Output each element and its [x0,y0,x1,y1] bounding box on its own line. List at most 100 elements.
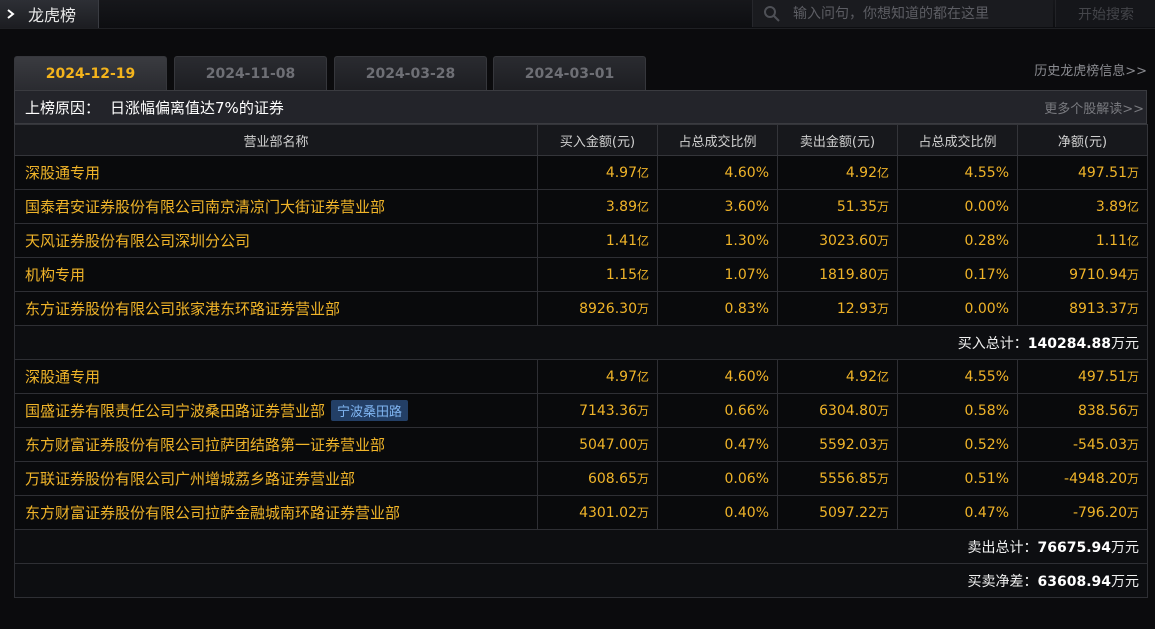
sell-ratio: 0.00% [897,189,1018,224]
broker-name[interactable]: 机构专用 [25,266,85,284]
sell-amount: 5097.22万 [777,495,898,530]
buy-ratio: 0.83% [657,291,778,326]
search-icon [764,5,780,22]
sell-ratio: 0.47% [897,495,1018,530]
sell-amount: 4.92亿 [777,155,898,190]
broker-name[interactable]: 万联证券股份有限公司广州增城荔乡路证券营业部 [25,470,355,488]
broker-name[interactable]: 东方财富证券股份有限公司拉萨团结路第一证券营业部 [25,436,385,454]
buy-amount: 4.97亿 [537,155,658,190]
net-total-row: 买卖净差：63608.94万元 [14,563,1148,598]
net-amount: 8913.37万 [1017,291,1148,326]
broker-name-cell[interactable]: 万联证券股份有限公司广州增城荔乡路证券营业部 [14,461,538,496]
buy-amount: 608.65万 [537,461,658,496]
col-header-buy: 买入金额(元) [537,124,658,156]
sell-amount: 5592.03万 [777,427,898,462]
broker-name[interactable]: 东方证券股份有限公司张家港东环路证券营业部 [25,300,340,318]
buy-ratio: 1.07% [657,257,778,292]
sell-ratio: 0.00% [897,291,1018,326]
sell-total-row: 卖出总计：76675.94万元 [14,529,1148,564]
table-row[interactable]: 东方财富证券股份有限公司拉萨金融城南环路证券营业部 4301.02万 0.40% 50… [14,495,1148,530]
broker-tag[interactable]: 宁波桑田路 [331,400,409,421]
buy-ratio: 4.60% [657,155,778,190]
sell-amount: 4.92亿 [777,359,898,394]
tab-date-2[interactable]: 2024-11-08 [174,56,327,90]
broker-table: 营业部名称 买入金额(元) 占总成交比例 卖出金额(元) 占总成交比例 净额(元… [14,124,1148,598]
date-tabs: 2024-12-19 2024-11-08 2024-03-28 2024-03… [14,54,1147,90]
broker-name[interactable]: 深股通专用 [25,164,100,182]
more-analysis-link[interactable]: 更多个股解读>> [1044,98,1144,117]
table-row[interactable]: 万联证券股份有限公司广州增城荔乡路证券营业部 608.65万 0.06% 5556.8… [14,461,1148,496]
broker-name-cell[interactable]: 机构专用 [14,257,538,292]
chevron-right-icon [7,9,15,19]
search-button[interactable]: 开始搜索 [1055,0,1155,27]
broker-name-cell[interactable]: 天风证券股份有限公司深圳分公司 [14,223,538,258]
buy-total: 买入总计：140284.88万元 [14,325,1148,360]
broker-name[interactable]: 深股通专用 [25,368,100,386]
buy-amount: 1.15亿 [537,257,658,292]
col-header-name: 营业部名称 [14,124,538,156]
reason-value: 日涨幅偏离值达7%的证券 [110,98,284,117]
sell-amount: 12.93万 [777,291,898,326]
broker-name-cell[interactable]: 东方证券股份有限公司张家港东环路证券营业部 [14,291,538,326]
sell-ratio: 0.28% [897,223,1018,258]
table-row[interactable]: 东方证券股份有限公司张家港东环路证券营业部 8926.30万 0.83% 12.93万… [14,291,1148,326]
search-box[interactable] [752,0,1053,27]
buy-ratio: 4.60% [657,359,778,394]
sell-total: 卖出总计：76675.94万元 [14,529,1148,564]
col-header-sell-pct: 占总成交比例 [897,124,1018,156]
table-row[interactable]: 国泰君安证券股份有限公司南京清凉门大街证券营业部 3.89亿 3.60% 51.35万… [14,189,1148,224]
sell-amount: 1819.80万 [777,257,898,292]
buy-ratio: 0.66% [657,393,778,428]
table-row[interactable]: 国盛证券有限责任公司宁波桑田路证券营业部 宁波桑田路 7143.36万 0.66% 63… [14,393,1148,428]
buy-ratio: 0.47% [657,427,778,462]
buy-amount: 4.97亿 [537,359,658,394]
broker-name-cell[interactable]: 深股通专用 [14,359,538,394]
broker-name-cell[interactable]: 国泰君安证券股份有限公司南京清凉门大街证券营业部 [14,189,538,224]
buy-ratio: 1.30% [657,223,778,258]
sell-amount: 5556.85万 [777,461,898,496]
buy-amount: 5047.00万 [537,427,658,462]
table-row[interactable]: 深股通专用 4.97亿 4.60% 4.92亿 4.55% 497.51万 [14,359,1148,394]
sell-ratio: 0.51% [897,461,1018,496]
net-amount: -545.03万 [1017,427,1148,462]
tab-date-1[interactable]: 2024-12-19 [14,56,167,90]
tab-date-4[interactable]: 2024-03-01 [493,56,646,90]
broker-name-cell[interactable]: 深股通专用 [14,155,538,190]
sell-ratio: 0.52% [897,427,1018,462]
net-amount: 497.51万 [1017,155,1148,190]
broker-name-cell[interactable]: 东方财富证券股份有限公司拉萨金融城南环路证券营业部 [14,495,538,530]
broker-name[interactable]: 国盛证券有限责任公司宁波桑田路证券营业部 [25,402,325,420]
title-tab[interactable]: 龙虎榜 [0,0,99,28]
sell-amount: 51.35万 [777,189,898,224]
table-row[interactable]: 东方财富证券股份有限公司拉萨团结路第一证券营业部 5047.00万 0.47% 559… [14,427,1148,462]
buy-amount: 8926.30万 [537,291,658,326]
search-input[interactable] [791,4,1053,23]
sell-amount: 6304.80万 [777,393,898,428]
tab-date-3[interactable]: 2024-03-28 [334,56,487,90]
buy-amount: 1.41亿 [537,223,658,258]
history-link[interactable]: 历史龙虎榜信息>> [1034,60,1147,79]
table-header: 营业部名称 买入金额(元) 占总成交比例 卖出金额(元) 占总成交比例 净额(元… [14,124,1148,156]
table-row[interactable]: 天风证券股份有限公司深圳分公司 1.41亿 1.30% 3023.60万 0.28% 1.… [14,223,1148,258]
broker-name-cell[interactable]: 国盛证券有限责任公司宁波桑田路证券营业部 宁波桑田路 [14,393,538,428]
broker-name-cell[interactable]: 东方财富证券股份有限公司拉萨团结路第一证券营业部 [14,427,538,462]
broker-name[interactable]: 天风证券股份有限公司深圳分公司 [25,232,250,250]
buy-amount: 7143.36万 [537,393,658,428]
col-header-sell: 卖出金额(元) [777,124,898,156]
buy-total-row: 买入总计：140284.88万元 [14,325,1148,360]
table-row[interactable]: 深股通专用 4.97亿 4.60% 4.92亿 4.55% 497.51万 [14,155,1148,190]
buy-amount: 3.89亿 [537,189,658,224]
reason-label: 上榜原因： [25,98,101,117]
broker-name[interactable]: 东方财富证券股份有限公司拉萨金融城南环路证券营业部 [25,504,400,522]
net-amount: 838.56万 [1017,393,1148,428]
buy-ratio: 0.06% [657,461,778,496]
table-row[interactable]: 机构专用 1.15亿 1.07% 1819.80万 0.17% 9710.94万 [14,257,1148,292]
broker-name[interactable]: 国泰君安证券股份有限公司南京清凉门大街证券营业部 [25,198,385,216]
top-bar: 龙虎榜 开始搜索 [0,0,1155,29]
net-amount: -4948.20万 [1017,461,1148,496]
net-amount: -796.20万 [1017,495,1148,530]
net-amount: 3.89亿 [1017,189,1148,224]
net-amount: 497.51万 [1017,359,1148,394]
sell-ratio: 0.58% [897,393,1018,428]
col-header-net: 净额(元) [1017,124,1148,156]
